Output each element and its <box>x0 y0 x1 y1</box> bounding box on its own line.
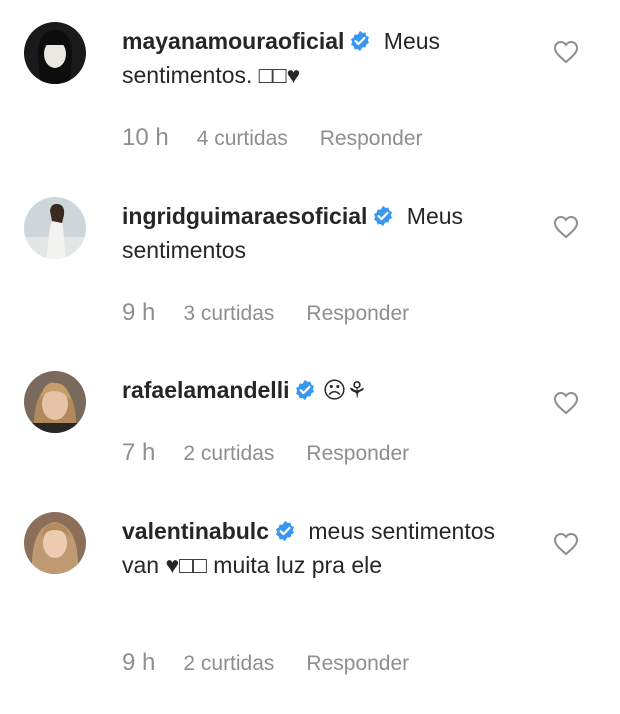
verified-badge-icon <box>351 30 370 52</box>
comment-username[interactable]: valentinabulc <box>122 518 269 544</box>
comment-body: mayanamouraoficial Meus sentimentos. □□♥ <box>122 24 532 92</box>
comment-text-line: ingridguimaraesoficial Meus sentimentos <box>122 199 532 267</box>
heart-outline-icon[interactable] <box>553 215 579 239</box>
comment-time[interactable]: 9 h <box>122 299 155 326</box>
comment-item: ingridguimaraesoficial Meus sentimentos … <box>0 197 620 347</box>
comment-body: rafaelamandelli ☹⚘ <box>122 373 532 407</box>
comment-meta: 10 h 4 curtidas Responder <box>122 123 423 153</box>
comment-item: mayanamouraoficial Meus sentimentos. □□♥… <box>0 22 620 182</box>
reply-button[interactable]: Responder <box>320 127 423 150</box>
comment-meta: 7 h 2 curtidas Responder <box>122 438 409 468</box>
comment-likes[interactable]: 2 curtidas <box>183 652 274 675</box>
comment-message: ☹⚘ <box>322 377 368 403</box>
verified-badge-icon <box>374 205 393 227</box>
heart-outline-icon[interactable] <box>553 391 579 415</box>
comment-likes[interactable]: 4 curtidas <box>197 127 288 150</box>
comment-likes[interactable]: 2 curtidas <box>183 442 274 465</box>
comment-text-line: valentinabulc meus sentimentos van ♥□□ m… <box>122 514 532 582</box>
comment-username[interactable]: ingridguimaraesoficial <box>122 203 367 229</box>
avatar[interactable] <box>24 22 86 84</box>
comment-meta: 9 h 3 curtidas Responder <box>122 298 409 328</box>
comment-item: rafaelamandelli ☹⚘ 7 h 2 curtidas Responde… <box>0 371 620 481</box>
comment-body: ingridguimaraesoficial Meus sentimentos <box>122 199 532 267</box>
heart-outline-icon[interactable] <box>553 532 579 556</box>
verified-badge-icon <box>296 379 315 401</box>
comment-time[interactable]: 7 h <box>122 439 155 466</box>
comment-item: valentinabulc meus sentimentos van ♥□□ m… <box>0 512 620 702</box>
comment-text-line: mayanamouraoficial Meus sentimentos. □□♥ <box>122 24 532 92</box>
avatar[interactable] <box>24 197 86 259</box>
reply-button[interactable]: Responder <box>306 302 409 325</box>
reply-button[interactable]: Responder <box>306 652 409 675</box>
verified-badge-icon <box>276 520 294 542</box>
comment-body: valentinabulc meus sentimentos van ♥□□ m… <box>122 514 532 582</box>
heart-outline-icon[interactable] <box>553 40 579 64</box>
comment-meta: 9 h 2 curtidas Responder <box>122 648 409 678</box>
avatar[interactable] <box>24 371 86 433</box>
avatar[interactable] <box>24 512 86 574</box>
reply-button[interactable]: Responder <box>306 442 409 465</box>
comment-username[interactable]: rafaelamandelli <box>122 377 289 403</box>
comment-time[interactable]: 10 h <box>122 124 169 151</box>
comment-time[interactable]: 9 h <box>122 649 155 676</box>
comment-username[interactable]: mayanamouraoficial <box>122 28 344 54</box>
comment-likes[interactable]: 3 curtidas <box>183 302 274 325</box>
comment-text-line: rafaelamandelli ☹⚘ <box>122 373 532 407</box>
